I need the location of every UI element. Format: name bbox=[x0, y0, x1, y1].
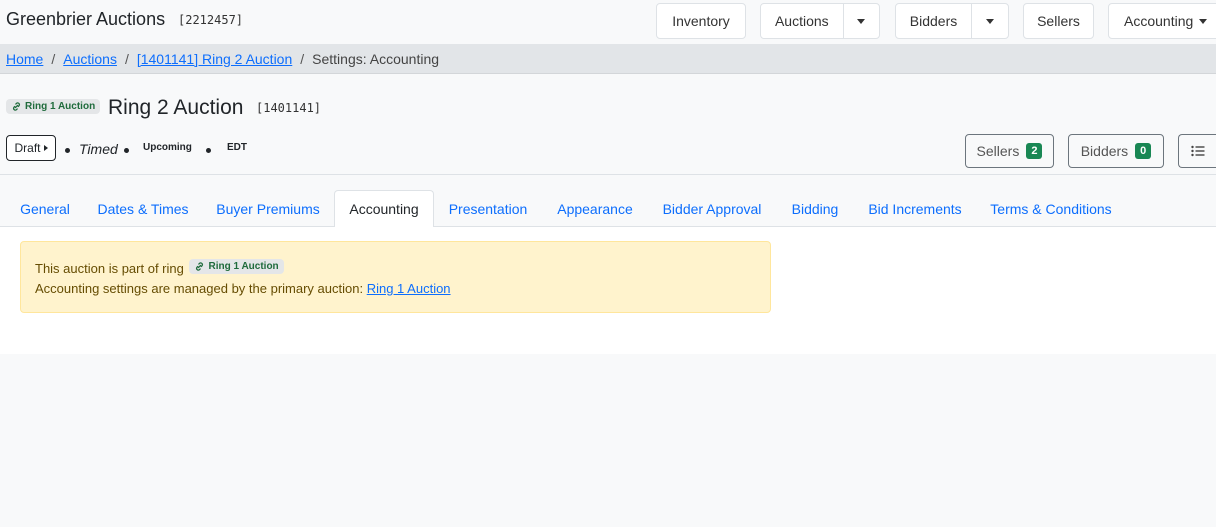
brand-name[interactable]: Greenbrier Auctions bbox=[6, 9, 165, 30]
alert-text-1: This auction is part of ring bbox=[35, 261, 184, 276]
chevron-down-icon bbox=[857, 18, 866, 24]
auctions-dropdown-toggle[interactable] bbox=[844, 4, 879, 38]
breadcrumb-bar: Home / Auctions / [1401141] Ring 2 Aucti… bbox=[0, 44, 1216, 74]
breadcrumb-home[interactable]: Home bbox=[6, 51, 43, 67]
link-icon bbox=[196, 262, 204, 271]
tab-bid-increments[interactable]: Bid Increments bbox=[856, 190, 974, 227]
list-view-button[interactable] bbox=[1178, 134, 1216, 168]
alert-line-2: Accounting settings are managed by the p… bbox=[35, 281, 451, 296]
breadcrumb-separator: / bbox=[51, 51, 56, 67]
timezone: EDT bbox=[227, 142, 247, 153]
separator-dot bbox=[65, 148, 70, 153]
sellers-count-badge: 2 bbox=[1026, 143, 1043, 159]
inventory-button[interactable]: Inventory bbox=[656, 3, 746, 39]
bidders-count-button[interactable]: Bidders 0 bbox=[1068, 134, 1164, 168]
tab-presentation[interactable]: Presentation bbox=[436, 190, 540, 227]
breadcrumb-separator: / bbox=[124, 51, 129, 67]
alert-line-1: This auction is part of ring Ring 1 Auct… bbox=[35, 259, 284, 276]
alert-ring-badge-label: Ring 1 Auction bbox=[208, 261, 279, 272]
top-navbar: Greenbrier Auctions [2212457] Inventory … bbox=[0, 0, 1216, 44]
sellers-count-button[interactable]: Sellers 2 bbox=[965, 134, 1054, 168]
status-label: Draft bbox=[14, 141, 41, 155]
chevron-down-icon bbox=[986, 18, 994, 24]
accounting-label: Accounting bbox=[1124, 13, 1194, 29]
link-icon bbox=[13, 102, 20, 111]
breadcrumb: Home / Auctions / [1401141] Ring 2 Aucti… bbox=[6, 51, 439, 67]
bidders-split-button: Bidders bbox=[895, 3, 1009, 39]
breadcrumb-separator: / bbox=[300, 51, 305, 67]
tab-content: This auction is part of ring Ring 1 Auct… bbox=[0, 227, 1216, 354]
bidders-dropdown-toggle[interactable] bbox=[972, 4, 1008, 38]
alert-ring-badge[interactable]: Ring 1 Auction bbox=[189, 259, 284, 274]
auction-header: Ring 1 Auction Ring 2 Auction [1401141] … bbox=[0, 75, 1216, 175]
primary-auction-link[interactable]: Ring 1 Auction bbox=[367, 281, 451, 296]
tab-accounting[interactable]: Accounting bbox=[334, 190, 434, 228]
alert-text-2: Accounting settings are managed by the p… bbox=[35, 281, 364, 296]
caret-right-icon bbox=[43, 145, 48, 151]
list-icon bbox=[1190, 145, 1204, 157]
tab-general[interactable]: General bbox=[6, 190, 84, 227]
sellers-count-label: Sellers bbox=[976, 143, 1020, 159]
bidders-count-label: Bidders bbox=[1080, 143, 1129, 159]
auctions-split-button: Auctions bbox=[760, 3, 880, 39]
separator-dot bbox=[206, 148, 211, 153]
tab-buyer-premiums[interactable]: Buyer Premiums bbox=[204, 190, 332, 227]
auction-id: [1401141] bbox=[256, 101, 322, 115]
breadcrumb-auctions[interactable]: Auctions bbox=[63, 51, 117, 67]
sellers-button[interactable]: Sellers bbox=[1023, 3, 1094, 39]
ring-alert: This auction is part of ring Ring 1 Auct… bbox=[20, 241, 771, 313]
auction-type: Timed bbox=[79, 141, 118, 157]
separator-dot bbox=[124, 148, 129, 153]
bidders-button[interactable]: Bidders bbox=[896, 4, 972, 38]
breadcrumb-auction[interactable]: [1401141] Ring 2 Auction bbox=[137, 51, 292, 67]
bidders-count-badge: 0 bbox=[1135, 143, 1152, 159]
brand-id: [2212457] bbox=[178, 13, 244, 27]
ring-badge[interactable]: Ring 1 Auction bbox=[6, 99, 101, 114]
breadcrumb-current: Settings: Accounting bbox=[312, 51, 440, 67]
tab-dates-times[interactable]: Dates & Times bbox=[88, 190, 198, 227]
settings-tabs: General Dates & Times Buyer Premiums Acc… bbox=[0, 176, 1216, 228]
tab-bidding[interactable]: Bidding bbox=[778, 190, 852, 227]
status-dropdown[interactable]: Draft bbox=[6, 135, 56, 161]
ring-badge-label: Ring 1 Auction bbox=[25, 101, 96, 112]
auctions-button[interactable]: Auctions bbox=[761, 4, 844, 38]
accounting-dropdown[interactable]: Accounting bbox=[1108, 3, 1216, 39]
tab-appearance[interactable]: Appearance bbox=[544, 190, 646, 227]
chevron-down-icon bbox=[1199, 18, 1208, 24]
page-title: Ring 2 Auction bbox=[108, 96, 244, 119]
auction-state: Upcoming bbox=[143, 142, 192, 153]
tab-bidder-approval[interactable]: Bidder Approval bbox=[650, 190, 774, 227]
tab-terms-conditions[interactable]: Terms & Conditions bbox=[978, 190, 1124, 227]
